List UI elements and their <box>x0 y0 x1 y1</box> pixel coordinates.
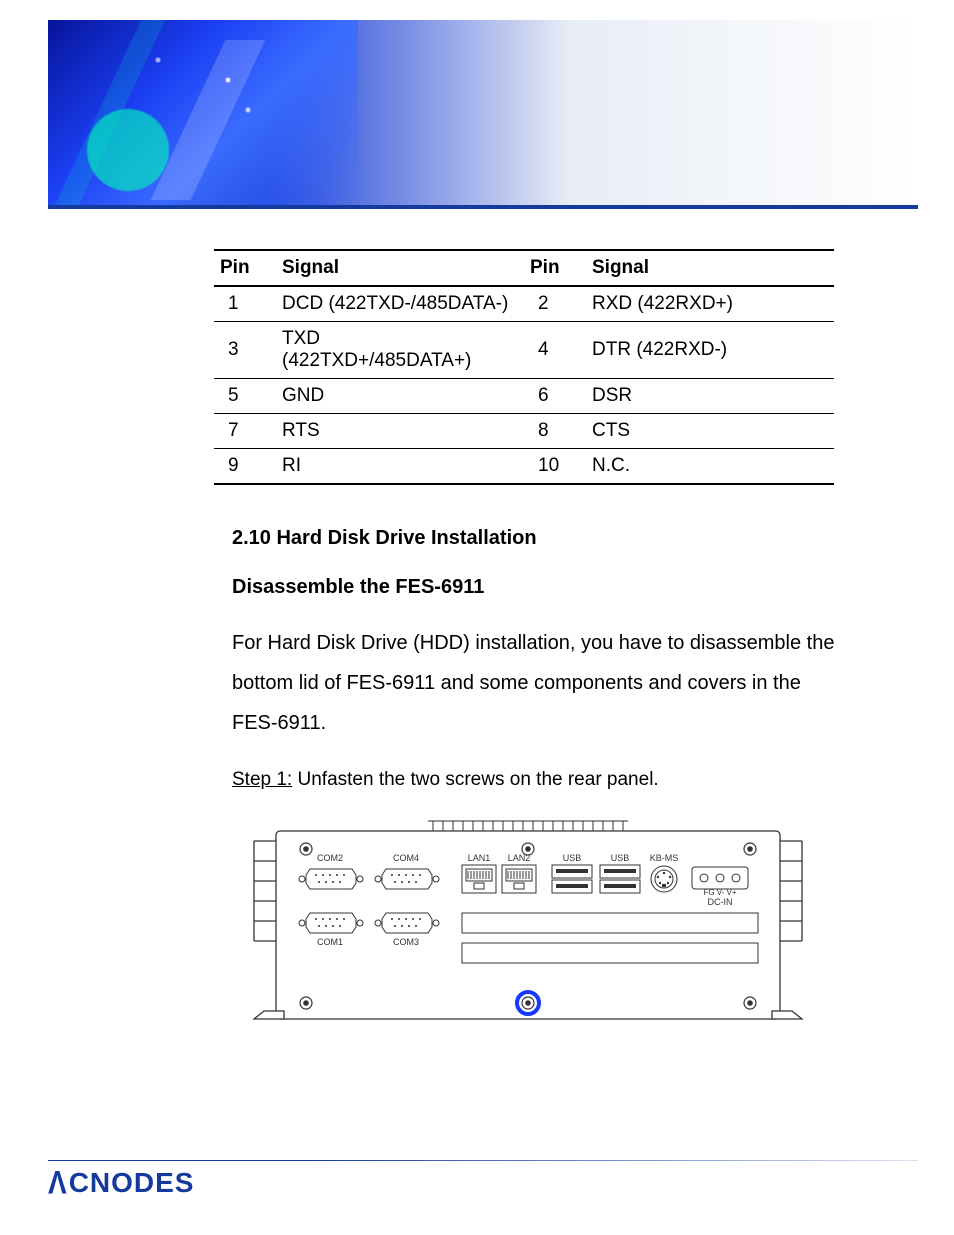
port-label-com4: COM4 <box>393 853 419 863</box>
section-paragraph: For Hard Disk Drive (HDD) installation, … <box>232 623 838 743</box>
rear-panel-diagram: COM2 COM4 LAN1 <box>248 815 808 1035</box>
signal-cell: TXD (422TXD+/485DATA+) <box>276 322 524 379</box>
table-row: 3 TXD (422TXD+/485DATA+) 4 DTR (422RXD-) <box>214 322 834 379</box>
pin-signal-table: Pin Signal Pin Signal 1 DCD (422TXD-/485… <box>214 249 834 485</box>
pin-cell: 6 <box>524 379 586 414</box>
signal-cell: RI <box>276 449 524 485</box>
brand-logo: ΛCNODES <box>48 1167 194 1199</box>
pin-cell: 4 <box>524 322 586 379</box>
pin-cell: 9 <box>214 449 276 485</box>
pin-cell: 10 <box>524 449 586 485</box>
port-label-dcin: DC-IN <box>708 897 733 907</box>
port-label-com1: COM1 <box>317 937 343 947</box>
step-line: Step 1: Unfasten the two screws on the r… <box>232 769 918 791</box>
brand-logo-mark-icon: Λ <box>48 1165 68 1202</box>
table-header-row: Pin Signal Pin Signal <box>214 250 834 286</box>
signal-cell: RTS <box>276 414 524 449</box>
table-row: 5 GND 6 DSR <box>214 379 834 414</box>
signal-cell: DSR <box>586 379 834 414</box>
port-label-com3: COM3 <box>393 937 419 947</box>
signal-cell: DTR (422RXD-) <box>586 322 834 379</box>
table-row: 9 RI 10 N.C. <box>214 449 834 485</box>
document-page: Pin Signal Pin Signal 1 DCD (422TXD-/485… <box>0 0 954 1235</box>
step-text: Unfasten the two screws on the rear pane… <box>292 769 658 790</box>
pin-cell: 7 <box>214 414 276 449</box>
step-label: Step 1: <box>232 769 292 790</box>
pin-cell: 1 <box>214 286 276 322</box>
port-label-lan1: LAN1 <box>468 853 491 863</box>
section-heading: 2.10 Hard Disk Drive Installation <box>232 527 918 550</box>
rear-panel-svg: COM2 COM4 LAN1 <box>248 815 808 1035</box>
port-label-usb1: USB <box>563 853 582 863</box>
pin-cell: 5 <box>214 379 276 414</box>
table-row: 7 RTS 8 CTS <box>214 414 834 449</box>
header-banner <box>48 20 918 209</box>
port-label-kbms: KB-MS <box>650 853 679 863</box>
table-row: 1 DCD (422TXD-/485DATA-) 2 RXD (422RXD+) <box>214 286 834 322</box>
pin-cell: 8 <box>524 414 586 449</box>
port-label-lan2: LAN2 <box>508 853 531 863</box>
signal-cell: CTS <box>586 414 834 449</box>
port-label-com2: COM2 <box>317 853 343 863</box>
header-pin-a: Pin <box>214 250 276 286</box>
header-signal-b: Signal <box>586 250 834 286</box>
footer-divider <box>48 1160 918 1161</box>
signal-cell: N.C. <box>586 449 834 485</box>
signal-cell: GND <box>276 379 524 414</box>
brand-logo-text: CNODES <box>69 1167 195 1198</box>
header-pin-b: Pin <box>524 250 586 286</box>
section-subheading: Disassemble the FES-6911 <box>232 576 918 599</box>
pin-cell: 3 <box>214 322 276 379</box>
port-label-dcpins: FG V- V+ <box>703 888 736 897</box>
signal-cell: RXD (422RXD+) <box>586 286 834 322</box>
signal-cell: DCD (422TXD-/485DATA-) <box>276 286 524 322</box>
pin-cell: 2 <box>524 286 586 322</box>
port-label-usb2: USB <box>611 853 630 863</box>
header-graphic <box>48 20 358 205</box>
header-signal-a: Signal <box>276 250 524 286</box>
